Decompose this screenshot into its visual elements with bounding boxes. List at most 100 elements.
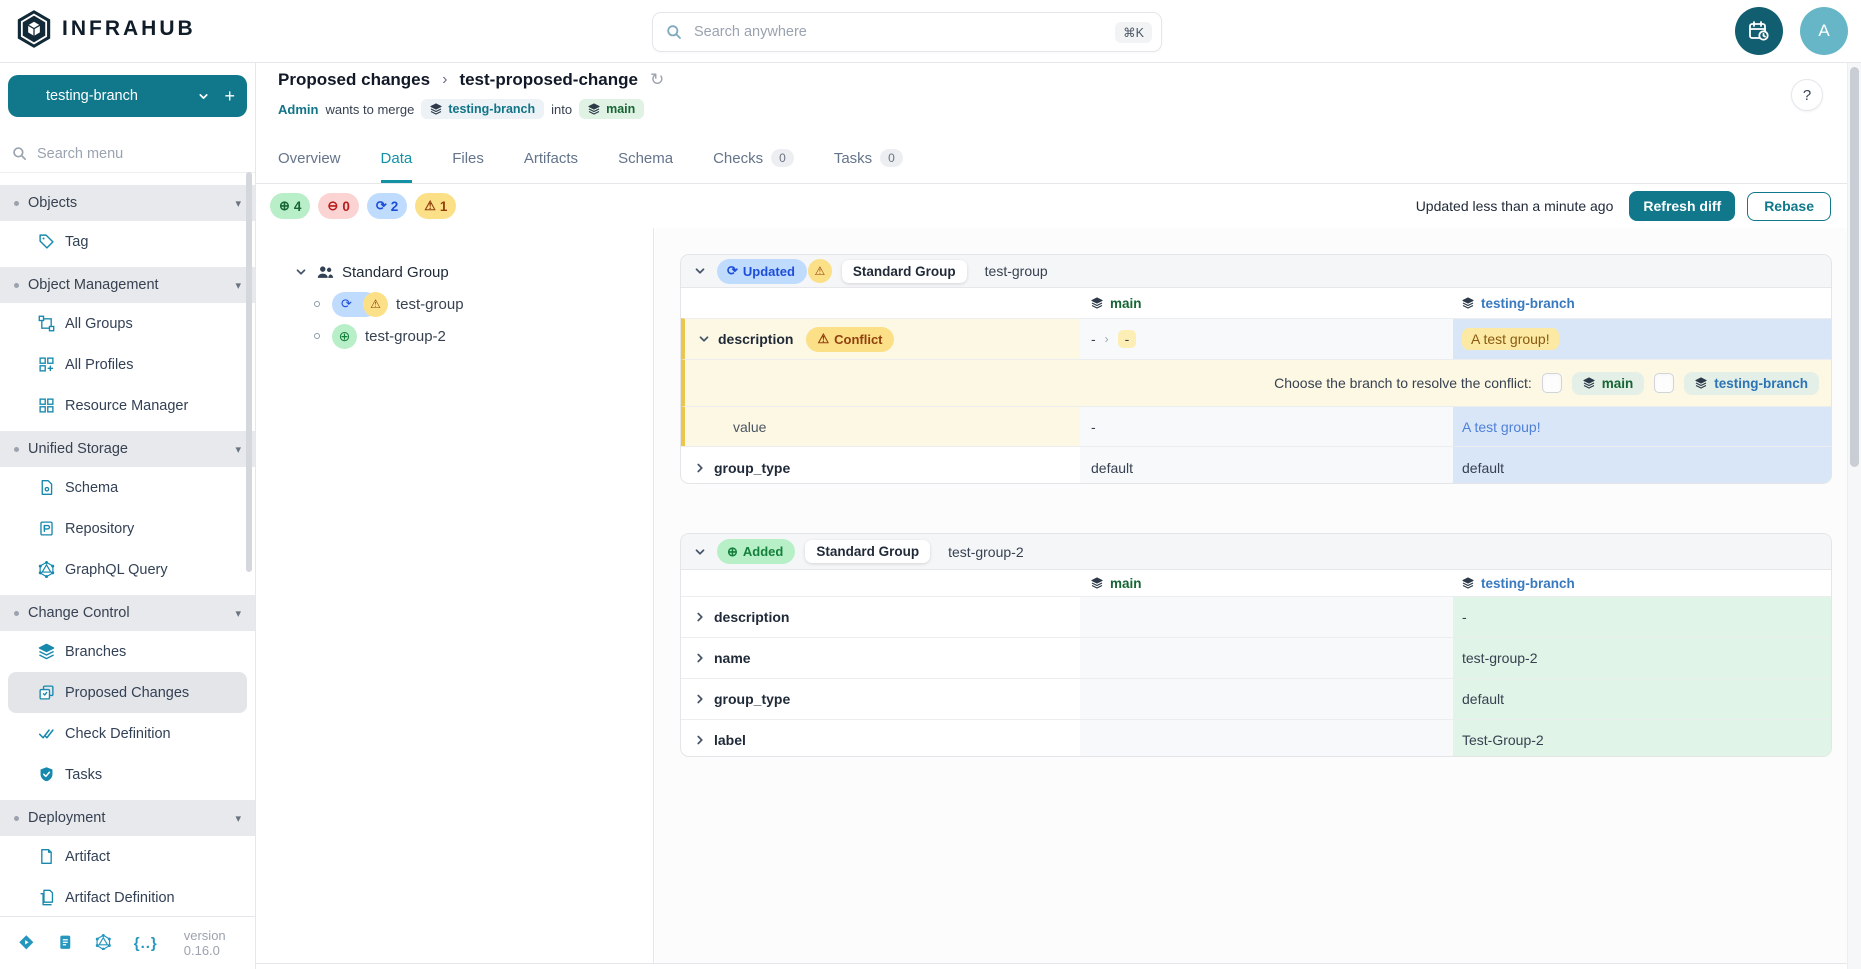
breadcrumb-parent[interactable]: Proposed changes — [278, 70, 430, 90]
sidebar-scrollbar-thumb[interactable] — [246, 172, 252, 572]
sidebar-item-label: All Profiles — [65, 357, 134, 373]
section-objects[interactable]: Objects ▾ — [0, 185, 255, 221]
attribute-cell: group_type — [681, 679, 1080, 719]
updated-counter: ⟳ 2 — [367, 193, 407, 219]
branch-selector-label: testing-branch — [20, 88, 197, 104]
sidebar-item-all-groups[interactable]: All Groups — [0, 303, 255, 344]
schedule-button[interactable] — [1735, 7, 1783, 55]
refresh-diff-button[interactable]: Refresh diff — [1629, 191, 1735, 221]
object-name: test-group — [985, 263, 1048, 279]
chevron-right-icon[interactable] — [693, 610, 707, 624]
sidebar-item-graphql-query[interactable]: GraphQL Query — [0, 549, 255, 590]
testing-branch-checkbox[interactable] — [1654, 373, 1674, 393]
rebase-button[interactable]: Rebase — [1747, 192, 1831, 221]
files-icon — [38, 889, 55, 906]
sidebar-item-tag[interactable]: Tag — [0, 221, 255, 262]
release-notes-icon[interactable] — [18, 934, 35, 953]
sidebar-item-label: Resource Manager — [65, 398, 188, 414]
tree-node-test-group-2[interactable]: ⊕ test-group-2 — [256, 320, 653, 352]
tab-overview[interactable]: Overview — [278, 133, 341, 183]
tab-label: Artifacts — [524, 150, 578, 167]
sidebar-item-label: Check Definition — [65, 726, 171, 742]
user-avatar[interactable]: A — [1800, 7, 1848, 55]
chevron-down-icon[interactable] — [693, 264, 707, 278]
sidebar-item-resource-manager[interactable]: Resource Manager — [0, 385, 255, 426]
sidebar-item-artifact-definition[interactable]: Artifact Definition — [0, 877, 255, 916]
merge-description: Admin wants to merge testing-branch into… — [278, 99, 644, 119]
sidebar-item-branches[interactable]: Branches — [0, 631, 255, 672]
bullet-icon — [14, 447, 19, 452]
menu-search-input[interactable] — [35, 145, 219, 163]
schema-file-icon — [38, 479, 55, 496]
attribute-cell: name — [681, 638, 1080, 678]
branch-selector[interactable]: testing-branch + — [8, 75, 247, 117]
column-header-row: main testing-branch — [681, 570, 1831, 596]
diff-card-header[interactable]: ⊕ Added Standard Group test-group-2 — [681, 534, 1831, 570]
global-search[interactable]: ⌘K — [652, 12, 1162, 52]
section-change-control[interactable]: Change Control ▾ — [0, 595, 255, 631]
layers-icon — [1091, 577, 1103, 589]
column-header-row: main testing-branch — [681, 288, 1831, 318]
chevron-down-icon[interactable] — [693, 545, 707, 559]
attribute-label: group_type — [714, 460, 790, 476]
openapi-braces-icon[interactable]: {..} — [134, 935, 158, 952]
branch-column-header: testing-branch — [1453, 570, 1831, 596]
tab-schema[interactable]: Schema — [618, 133, 673, 183]
sidebar-item-tasks[interactable]: Tasks — [0, 754, 255, 795]
tab-tasks[interactable]: Tasks 0 — [834, 133, 903, 183]
main-value-cell: default — [1080, 447, 1453, 484]
menu-search[interactable] — [0, 135, 255, 173]
chevron-right-icon[interactable] — [693, 461, 707, 475]
file-icon — [38, 848, 55, 865]
page-scrollbar[interactable] — [1847, 62, 1861, 969]
help-button[interactable]: ? — [1791, 79, 1823, 111]
documentation-icon[interactable] — [57, 934, 74, 953]
add-branch-button[interactable]: + — [224, 86, 235, 107]
tree-node-standard-group[interactable]: Standard Group — [256, 256, 653, 288]
sidebar-item-artifact[interactable]: Artifact — [0, 836, 255, 877]
chevron-right-icon[interactable] — [693, 733, 707, 747]
search-icon — [12, 146, 27, 161]
infrahub-logo: INFRAHUB — [16, 9, 196, 49]
main-branch-checkbox[interactable] — [1542, 373, 1562, 393]
sidebar-item-schema[interactable]: Schema — [0, 467, 255, 508]
refresh-icon: ⟳ — [341, 296, 352, 312]
tree-bullet-icon — [314, 333, 320, 339]
sidebar-item-proposed-changes[interactable]: Proposed Changes — [8, 672, 247, 713]
tab-bar: Overview Data Files Artifacts Schema Che… — [256, 133, 1861, 184]
chevron-right-icon[interactable] — [693, 692, 707, 706]
tree-node-test-group[interactable]: ⟳ ⚠ test-group — [256, 288, 653, 320]
diff-body: Standard Group ⟳ ⚠ test-group ⊕ test-gro… — [256, 228, 1861, 964]
chevron-right-icon[interactable] — [693, 651, 707, 665]
sidebar-item-all-profiles[interactable]: All Profiles — [0, 344, 255, 385]
arrow-icon: › — [1105, 332, 1109, 346]
diff-counters: ⊕ 4 ⊖ 0 ⟳ 2 ⚠ 1 — [270, 193, 456, 219]
attribute-cell: description — [681, 597, 1080, 637]
sidebar-item-repository[interactable]: Repository — [0, 508, 255, 549]
into-text: into — [551, 102, 572, 117]
chevron-down-icon[interactable] — [294, 265, 308, 279]
status-label: Updated — [743, 264, 795, 279]
graphql-sandbox-icon[interactable] — [95, 934, 112, 953]
tree-node-label: test-group — [396, 296, 464, 313]
section-unified-storage[interactable]: Unified Storage ▾ — [0, 431, 255, 467]
search-input[interactable] — [692, 23, 1115, 41]
diff-card-header[interactable]: ⟳ Updated ⚠ Standard Group test-group — [681, 255, 1831, 288]
chevron-down-icon[interactable] — [697, 332, 711, 346]
branch-value-cell: - — [1453, 597, 1831, 637]
option-label: main — [1602, 376, 1634, 391]
refresh-icon[interactable]: ↻ — [650, 70, 664, 90]
branch-value: default — [1462, 460, 1504, 476]
tab-files[interactable]: Files — [452, 133, 484, 183]
section-object-management[interactable]: Object Management ▾ — [0, 267, 255, 303]
source-branch-badge: testing-branch — [421, 99, 544, 119]
calendar-clock-icon — [1747, 19, 1771, 43]
tab-artifacts[interactable]: Artifacts — [524, 133, 578, 183]
tab-data[interactable]: Data — [381, 133, 413, 183]
section-deployment[interactable]: Deployment ▾ — [0, 800, 255, 836]
sidebar-item-check-definition[interactable]: Check Definition — [0, 713, 255, 754]
page-scrollbar-thumb[interactable] — [1850, 67, 1859, 467]
tab-label: Data — [381, 150, 413, 167]
diff-row-description: description ⚠ Conflict - › - — [681, 318, 1831, 359]
tab-checks[interactable]: Checks 0 — [713, 133, 794, 183]
